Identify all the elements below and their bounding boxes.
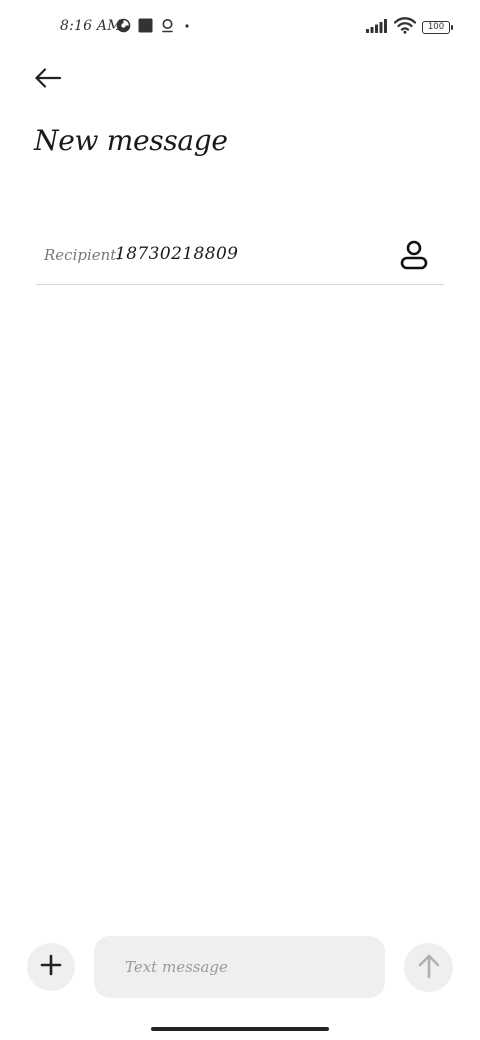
message-input[interactable] [123, 957, 385, 977]
attach-button[interactable] [27, 943, 75, 991]
new-message-screen: 8:16 AM 100 New message Recipient: 18730… [0, 0, 480, 1040]
wifi-icon [393, 17, 417, 38]
pie-chart-icon [116, 18, 131, 37]
recipient-field[interactable]: Recipient: 18730218809 [36, 228, 444, 285]
status-icons-right: 100 [366, 17, 453, 38]
recipient-value[interactable]: 18730218809 [115, 244, 238, 264]
arrow-left-icon [34, 67, 62, 93]
home-indicator[interactable] [151, 1027, 329, 1031]
person-icon [399, 239, 429, 275]
message-composer [0, 936, 480, 998]
signal-icon [366, 18, 388, 37]
recipient-label: Recipient: [44, 246, 122, 264]
status-time: 8:16 AM [60, 18, 122, 34]
send-button[interactable] [404, 943, 453, 992]
message-input-container[interactable] [94, 936, 385, 998]
status-icons-left [116, 18, 192, 37]
battery-icon: 100 [422, 21, 453, 34]
contact-picker-button[interactable] [398, 240, 430, 274]
arrow-up-icon [417, 953, 441, 983]
square-app-icon [138, 18, 153, 37]
back-button[interactable] [28, 62, 68, 98]
plus-icon [40, 954, 62, 980]
location-pin-icon [160, 18, 175, 37]
status-bar: 8:16 AM 100 [0, 14, 480, 40]
page-title: New message [34, 124, 228, 157]
dot-icon [182, 18, 192, 37]
